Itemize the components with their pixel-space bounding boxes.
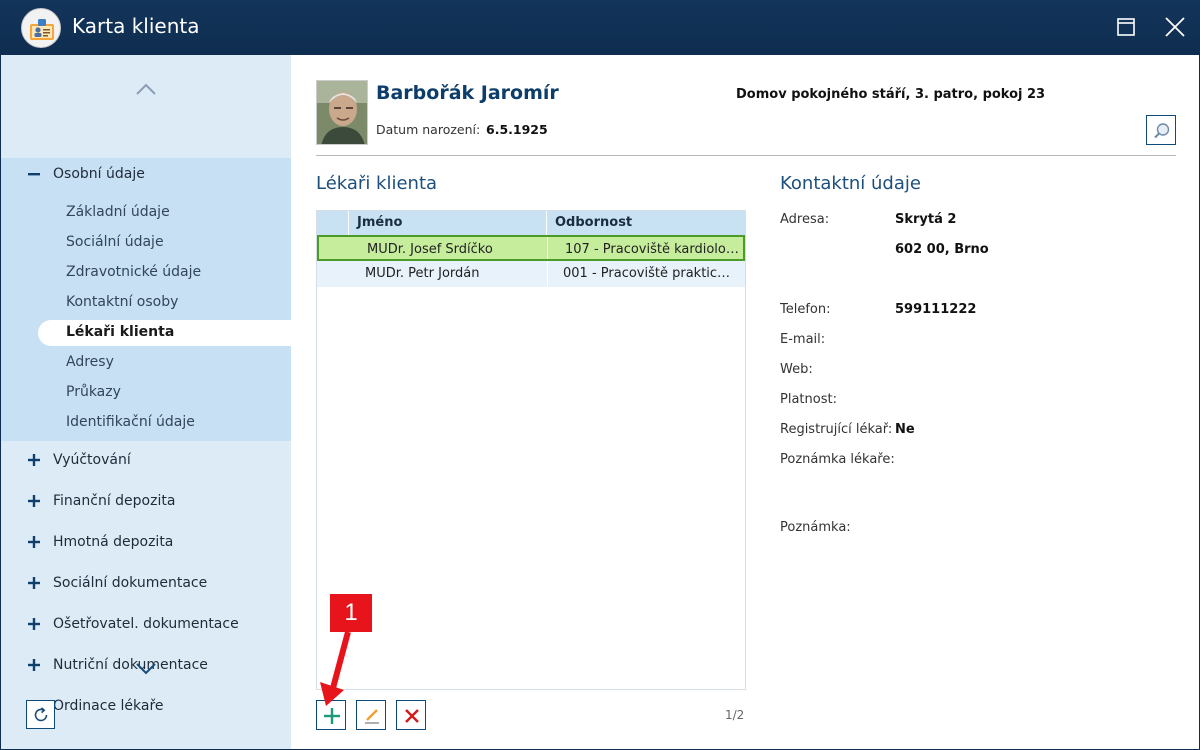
table-header-selector — [317, 211, 349, 235]
plus-icon — [324, 708, 340, 724]
sidebar-item-socialni-udaje[interactable]: Sociální údaje — [1, 230, 291, 256]
sidebar-section-label: Nutriční dokumentace — [53, 657, 208, 673]
dob-label: Datum narození: — [376, 122, 481, 137]
sidebar-item-zakladni-udaje[interactable]: Základní údaje — [1, 200, 291, 226]
doctor-name: MUDr. Petr Jordán — [365, 266, 480, 281]
sidebar: Osobní údaje Základní údaje Sociální úda… — [1, 55, 291, 749]
sidebar-section-hmotna-depozita[interactable]: Hmotná depozita — [1, 530, 291, 560]
sidebar-item-label: Základní údaje — [66, 204, 170, 220]
delete-x-icon — [405, 709, 419, 723]
sidebar-item-adresy[interactable]: Adresy — [1, 350, 291, 376]
sidebar-item-label: Lékaři klienta — [66, 324, 175, 340]
window-title: Karta klienta — [72, 14, 200, 38]
contact-panel-title: Kontaktní údaje — [780, 173, 921, 194]
dob-value: 6.5.1925 — [486, 122, 548, 137]
sidebar-section-socialni-dokumentace[interactable]: Sociální dokumentace — [1, 571, 291, 601]
client-photo — [316, 80, 368, 145]
sidebar-section-label: Sociální dokumentace — [53, 575, 208, 591]
sidebar-item-label: Adresy — [66, 354, 114, 370]
table-row[interactable]: MUDr. Josef Srdíčko 107 - Pracoviště kar… — [317, 235, 745, 261]
address-city-value: 602 00, Brno — [895, 242, 989, 257]
sidebar-section-osobni-udaje[interactable]: Osobní údaje — [1, 162, 291, 192]
email-label: E-mail: — [780, 332, 826, 347]
doctors-table: Jméno Odbornost MUDr. Josef Srdíčko 107 … — [316, 210, 746, 690]
phone-value: 599111222 — [895, 302, 977, 317]
close-button[interactable] — [1160, 12, 1190, 42]
validity-label: Platnost: — [780, 392, 837, 407]
search-button[interactable] — [1146, 115, 1176, 145]
sidebar-item-label: Sociální údaje — [66, 234, 164, 250]
delete-doctor-button[interactable] — [396, 700, 426, 730]
sidebar-section-label: Finanční depozita — [53, 493, 176, 509]
doctor-specialty-cell: 001 - Pracoviště praktické lékařství — [547, 261, 743, 287]
sidebar-section-label: Vyúčtování — [53, 452, 131, 468]
doctors-panel-title: Lékaři klienta — [316, 173, 438, 194]
client-name: Barbořák Jaromír — [376, 82, 559, 104]
sidebar-section-label: Ošetřovatel. dokumentace — [53, 616, 239, 632]
sidebar-section-label: Hmotná depozita — [53, 534, 174, 550]
sidebar-item-zdravotnicke-udaje[interactable]: Zdravotnické údaje — [1, 260, 291, 286]
doctor-note-label: Poznámka lékaře: — [780, 452, 895, 467]
sidebar-section-label: Ordinace lékaře — [53, 698, 164, 712]
column-label: Jméno — [357, 215, 403, 230]
sidebar-item-identifikacni-udaje[interactable]: Identifikační údaje — [1, 410, 291, 436]
column-divider — [547, 237, 548, 259]
header-divider — [316, 155, 1176, 156]
client-location: Domov pokojného stáří, 3. patro, pokoj 2… — [736, 87, 1046, 102]
refresh-icon — [34, 707, 48, 722]
sidebar-item-label: Kontaktní osoby — [66, 294, 179, 310]
minus-icon — [28, 173, 40, 176]
pencil-icon — [365, 709, 379, 724]
plus-icon — [28, 618, 40, 630]
maximize-button[interactable] — [1111, 12, 1141, 42]
annotation-badge: 1 — [330, 594, 372, 632]
pager: 1/2 — [725, 708, 745, 722]
sidebar-item-lekari-klienta[interactable]: Lékaři klienta — [38, 320, 291, 346]
title-bar: Karta klienta — [0, 0, 1200, 55]
plus-icon — [28, 659, 40, 671]
registering-doctor-value: Ne — [895, 422, 915, 437]
doctor-name-cell: MUDr. Josef Srdíčko — [367, 237, 547, 259]
web-label: Web: — [780, 362, 813, 377]
annotation-arrow-icon — [320, 631, 351, 706]
sidebar-section-osetrovatel-dokumentace[interactable]: Ošetřovatel. dokumentace — [1, 612, 291, 642]
table-header-name[interactable]: Jméno — [349, 211, 547, 235]
sidebar-item-label: Zdravotnické údaje — [66, 264, 202, 280]
plus-icon — [28, 536, 40, 548]
doctor-specialty-cell: 107 - Pracoviště kardiologie — [549, 237, 745, 259]
client-card-icon — [21, 8, 61, 48]
plus-icon — [28, 454, 40, 466]
plus-icon — [28, 495, 40, 507]
address-label: Adresa: — [780, 212, 830, 227]
sidebar-section-label: Osobní údaje — [53, 166, 145, 182]
registering-doctor-label: Registrující lékař: — [780, 422, 893, 437]
column-label: Odbornost — [555, 215, 633, 230]
sidebar-item-label: Identifikační údaje — [66, 414, 195, 430]
refresh-button[interactable] — [26, 700, 55, 729]
edit-doctor-button[interactable] — [356, 700, 386, 730]
close-icon — [1165, 17, 1185, 37]
sidebar-item-kontaktni-osoby[interactable]: Kontaktní osoby — [1, 290, 291, 316]
table-header-specialty[interactable]: Odbornost — [547, 211, 745, 235]
sidebar-item-label: Průkazy — [66, 384, 121, 400]
scroll-up-chevron-icon[interactable] — [135, 82, 157, 96]
sidebar-section-financni-depozita[interactable]: Finanční depozita — [1, 489, 291, 519]
note-label: Poznámka: — [780, 520, 851, 535]
maximize-icon — [1117, 18, 1135, 36]
address-street-value: Skrytá 2 — [895, 212, 957, 227]
magnifier-icon — [1154, 123, 1170, 139]
plus-icon — [28, 577, 40, 589]
phone-label: Telefon: — [780, 302, 831, 317]
doctor-name-cell: MUDr. Petr Jordán — [365, 261, 545, 287]
scroll-down-chevron-icon[interactable] — [135, 662, 157, 676]
doctor-name: MUDr. Josef Srdíčko — [367, 242, 493, 257]
doctor-specialty: 001 - Pracoviště praktické lékařství — [563, 266, 737, 281]
table-row[interactable]: MUDr. Petr Jordán 001 - Pracoviště prakt… — [317, 261, 745, 287]
sidebar-section-vyuctovani[interactable]: Vyúčtování — [1, 448, 291, 478]
sidebar-item-prukazy[interactable]: Průkazy — [1, 380, 291, 406]
doctor-specialty: 107 - Pracoviště kardiologie — [565, 242, 739, 257]
